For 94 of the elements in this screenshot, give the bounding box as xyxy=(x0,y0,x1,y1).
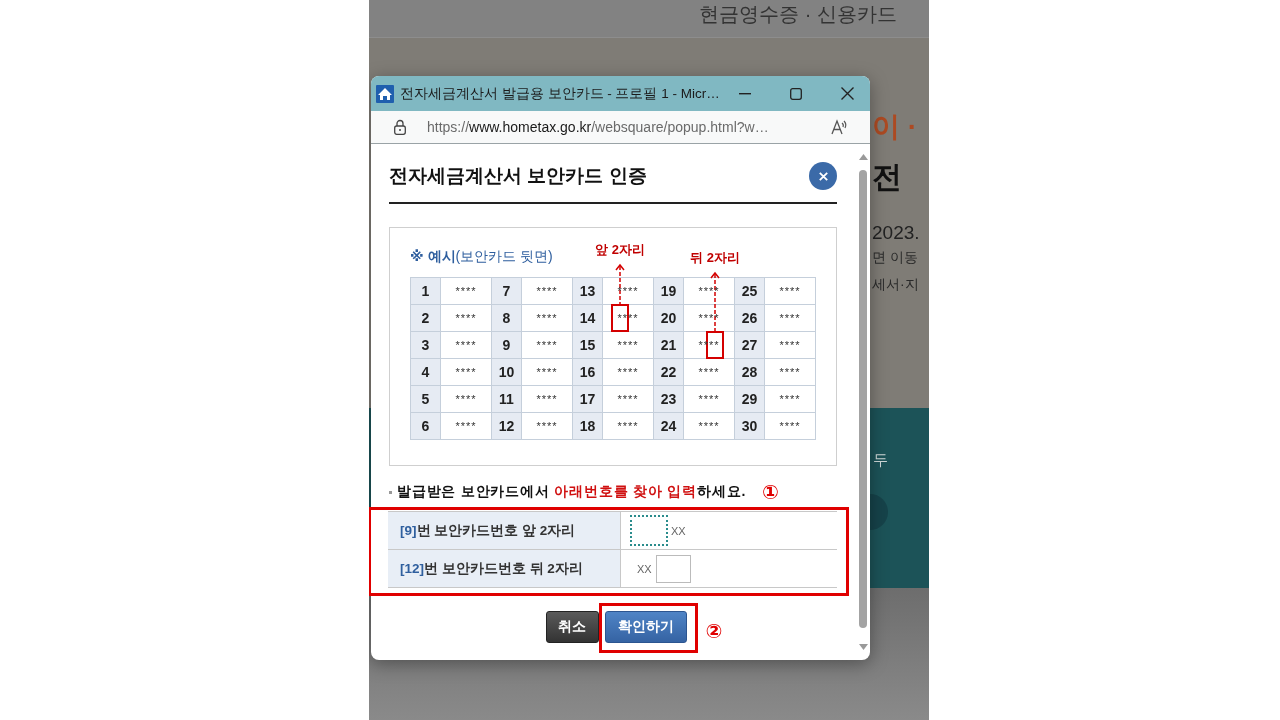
page-header-text: 현금영수증 · 신용카드 xyxy=(699,2,897,26)
table-cell: **** xyxy=(765,278,815,304)
table-cell: **** xyxy=(522,413,572,439)
table-cell: 16 xyxy=(573,359,602,385)
table-cell: 12 xyxy=(492,413,521,439)
table-cell: **** xyxy=(522,386,572,412)
table-cell: 5 xyxy=(411,386,440,412)
maximize-icon xyxy=(790,87,803,100)
table-cell: **** xyxy=(522,278,572,304)
mask-text: XX xyxy=(637,562,652,575)
table-cell: **** xyxy=(441,278,491,304)
table-cell: 19 xyxy=(654,278,683,304)
table-cell: 8 xyxy=(492,305,521,331)
window-title: 전자세금계산서 발급용 보안카드 - 프로필 1 - Micr… xyxy=(400,84,720,103)
bullet-icon xyxy=(389,490,392,494)
headline-text: 이 · xyxy=(872,112,919,142)
mask-text: XX xyxy=(671,524,686,537)
table-cell: **** xyxy=(441,305,491,331)
table-cell: 24 xyxy=(654,413,683,439)
table-cell: 13 xyxy=(573,278,602,304)
table-cell: **** xyxy=(684,413,734,439)
step-marker: ① xyxy=(762,482,779,502)
url-text[interactable]: https://www.hometax.go.kr/websquare/popup.html?w… xyxy=(427,119,817,135)
lock-icon xyxy=(394,119,406,135)
instruction-text: 발급받은 보안카드에서 아래번호를 찾아 입력 하세요. xyxy=(397,483,747,501)
table-cell: **** xyxy=(765,413,815,439)
table-cell: **** xyxy=(603,332,653,358)
table-cell: 6 xyxy=(411,413,440,439)
table-cell: 29 xyxy=(735,386,764,412)
callout-label: 앞 2자리 xyxy=(595,243,645,257)
table-cell: **** xyxy=(441,386,491,412)
table-cell: 26 xyxy=(735,305,764,331)
body-text: 세서·지 xyxy=(872,275,920,294)
table-cell: **** xyxy=(441,332,491,358)
table-cell: 20 xyxy=(654,305,683,331)
table-cell: 23 xyxy=(654,386,683,412)
table-cell: 14 xyxy=(573,305,602,331)
field-label: [9]번 보안카드번호 앞 2자리 xyxy=(388,512,620,549)
callout-label: 뒤 2자리 xyxy=(690,251,740,265)
minimize-icon xyxy=(739,92,752,95)
table-cell: **** xyxy=(522,332,572,358)
page-title: 전 xyxy=(872,160,903,194)
confirm-button[interactable]: 확인하기 xyxy=(604,611,687,643)
table-cell: 9 xyxy=(492,332,521,358)
table-cell: 25 xyxy=(735,278,764,304)
table-cell: **** xyxy=(684,359,734,385)
table-cell: 7 xyxy=(492,278,521,304)
input-field[interactable] xyxy=(655,554,691,583)
table-cell: 1 xyxy=(411,278,440,304)
cancel-button[interactable]: 취소 xyxy=(545,611,599,643)
table-cell: 21 xyxy=(654,332,683,358)
table-cell: 3 xyxy=(411,332,440,358)
table-cell: **** xyxy=(603,278,653,304)
table-cell: 10 xyxy=(492,359,521,385)
banner-text: 두 xyxy=(873,452,888,468)
read-aloud-icon[interactable] xyxy=(831,119,848,135)
table-cell: **** xyxy=(441,413,491,439)
table-cell: 2 xyxy=(411,305,440,331)
date-text: 2023. xyxy=(872,222,921,244)
table-cell: 11 xyxy=(492,386,521,412)
table-cell: **** xyxy=(684,386,734,412)
table-cell: 27 xyxy=(735,332,764,358)
table-cell: **** xyxy=(522,359,572,385)
table-cell: 22 xyxy=(654,359,683,385)
table-cell: 28 xyxy=(735,359,764,385)
step-marker: ② xyxy=(705,621,723,641)
table-cell: **** xyxy=(684,305,734,331)
table-cell: **** xyxy=(441,359,491,385)
table-cell: 17 xyxy=(573,386,602,412)
close-icon xyxy=(840,87,854,100)
table-cell: **** xyxy=(684,278,734,304)
table-cell: 18 xyxy=(573,413,602,439)
table-cell: **** xyxy=(765,386,815,412)
house-icon xyxy=(376,84,394,103)
table-cell: 4 xyxy=(411,359,440,385)
close-icon xyxy=(818,171,828,181)
dialog-title: 전자세금계산서 보안카드 인증 xyxy=(389,164,647,188)
table-cell: **** xyxy=(603,386,653,412)
table-cell: **** xyxy=(765,332,815,358)
scrollbar-thumb[interactable] xyxy=(859,170,867,628)
table-cell: **** xyxy=(603,359,653,385)
table-cell: **** xyxy=(765,305,815,331)
table-cell: 15 xyxy=(573,332,602,358)
body-text: 면 이동 xyxy=(872,248,919,267)
input-field[interactable] xyxy=(630,515,668,546)
table-cell: **** xyxy=(522,305,572,331)
scroll-up-icon[interactable] xyxy=(858,154,868,160)
table-cell: **** xyxy=(603,413,653,439)
table-cell: **** xyxy=(765,359,815,385)
example-caption: ※ 예시(보안카드 뒷면) xyxy=(410,248,553,264)
table-cell: 30 xyxy=(735,413,764,439)
scroll-down-icon[interactable] xyxy=(858,644,868,650)
field-label: [12]번 보안카드번호 뒤 2자리 xyxy=(388,550,620,587)
close-button[interactable] xyxy=(809,162,837,190)
